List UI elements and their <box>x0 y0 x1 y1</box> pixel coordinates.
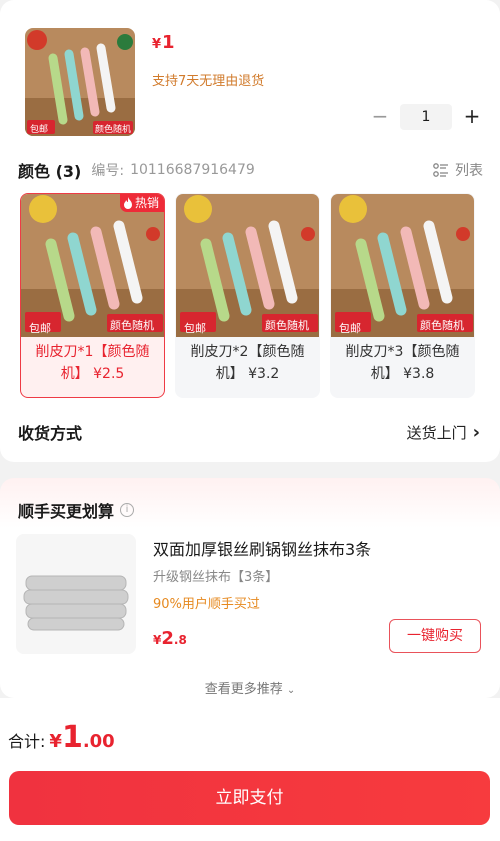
variant-tag-right: 颜色随机 <box>110 319 154 332</box>
decrease-quantity-button[interactable]: − <box>368 104 392 130</box>
return-policy-note: 支持7天无理由退货 <box>152 74 265 89</box>
more-recommendations-link[interactable]: 查看更多推荐 ⌄ <box>0 678 500 697</box>
bundle-price-dec: .8 <box>173 633 187 647</box>
bundle-title-text: 顺手买更划算 <box>18 502 115 521</box>
bundle-price-int: 2 <box>161 628 174 649</box>
bundle-item-name[interactable]: 双面加厚银丝刷锅钢丝抹布3条 <box>153 536 371 560</box>
delivery-method-row[interactable]: 收货方式 送货上门 › <box>18 420 480 444</box>
variant-tag-left: 包邮 <box>29 322 51 335</box>
variant-tag-right: 颜色随机 <box>265 319 309 332</box>
variant-image: 包邮 颜色随机 <box>176 194 319 337</box>
delivery-method-text: 送货上门 <box>406 423 467 442</box>
sku-selector-card: 包邮 颜色随机 ¥1 支持7天无理由退货 − 1 + 颜色 (3) 编号: 10… <box>0 0 500 462</box>
bundle-item-spec: 升级钢丝抹布【3条】 <box>153 570 279 585</box>
variant-tag-right: 颜色随机 <box>420 319 464 332</box>
bundle-item-price: ¥2.8 <box>153 628 187 649</box>
info-icon[interactable]: i <box>120 503 135 517</box>
product-price: ¥1 <box>152 32 175 53</box>
hot-sale-label: 热销 <box>134 196 159 210</box>
total-label: 合计: <box>8 732 46 751</box>
chevron-right-icon: › <box>472 421 480 443</box>
variant-options: 热销 包邮 颜色随机 削皮刀*1【颜色随机】 ¥2.5 包邮 颜色随机 削皮刀*… <box>20 193 475 398</box>
thumb-badge-left: 包邮 <box>30 125 49 135</box>
list-view-icon <box>433 163 448 177</box>
variant-option-3[interactable]: 包邮 颜色随机 削皮刀*3【颜色随机】 ¥3.8 <box>330 193 475 398</box>
pay-now-button[interactable]: 立即支付 <box>9 771 490 825</box>
bundle-section-title: 顺手买更划算 i <box>18 498 135 522</box>
variant-label: 削皮刀*3【颜色随机】 ¥3.8 <box>345 344 460 382</box>
variant-label: 削皮刀*1【颜色随机】 ¥2.5 <box>35 344 150 382</box>
thumb-badge-right: 颜色随机 <box>95 125 132 135</box>
variant-tag-left: 包邮 <box>184 322 206 335</box>
flame-icon <box>123 197 132 209</box>
one-click-buy-button[interactable]: 一键购买 <box>389 619 481 653</box>
color-section-header: 颜色 (3) 编号: 10116687916479 列表 <box>18 158 483 182</box>
color-section-title: 颜色 (3) <box>18 162 82 181</box>
bundle-recommendation-card: 顺手买更划算 i 双面加厚银丝刷锅钢丝抹布3条 升级钢丝抹布【3条】 90%用户… <box>0 478 500 698</box>
variant-label: 削皮刀*2【颜色随机】 ¥3.2 <box>190 344 305 382</box>
bundle-item-image <box>16 534 136 654</box>
product-thumbnail: 包邮 颜色随机 <box>25 28 135 136</box>
increase-quantity-button[interactable]: + <box>460 104 484 130</box>
variant-tag-left: 包邮 <box>339 322 361 335</box>
order-total: 合计: ¥1.00 <box>8 720 115 755</box>
total-price: ¥1.00 <box>49 720 114 755</box>
variant-option-2[interactable]: 包邮 颜色随机 削皮刀*2【颜色随机】 ¥3.2 <box>175 193 320 398</box>
checkout-footer: 合计: ¥1.00 立即支付 <box>0 698 500 841</box>
delivery-method-value: 送货上门 › <box>407 422 480 443</box>
more-recommendations-label: 查看更多推荐 <box>204 682 283 697</box>
total-dec: .00 <box>82 731 115 752</box>
delivery-method-label: 收货方式 <box>18 424 83 443</box>
chevron-down-icon: ⌄ <box>286 685 296 696</box>
sku-number: 10116687916479 <box>130 162 255 178</box>
total-int: 1 <box>61 720 83 755</box>
list-view-label: 列表 <box>455 163 483 179</box>
quantity-stepper: − 1 + <box>368 104 484 130</box>
hot-sale-badge: 热销 <box>119 194 164 212</box>
list-view-toggle[interactable]: 列表 <box>433 160 483 180</box>
bundle-item-popularity: 90%用户顺手买过 <box>153 597 260 612</box>
variant-image: 包邮 颜色随机 <box>331 194 474 337</box>
total-currency: ¥ <box>49 731 62 752</box>
price-currency: ¥ <box>152 37 162 52</box>
variant-image: 包邮 颜色随机 <box>21 194 164 337</box>
quantity-input[interactable]: 1 <box>400 104 452 130</box>
price-value: 1 <box>162 32 175 53</box>
sku-label: 编号: <box>91 163 125 179</box>
variant-option-1[interactable]: 热销 包邮 颜色随机 削皮刀*1【颜色随机】 ¥2.5 <box>20 193 165 398</box>
